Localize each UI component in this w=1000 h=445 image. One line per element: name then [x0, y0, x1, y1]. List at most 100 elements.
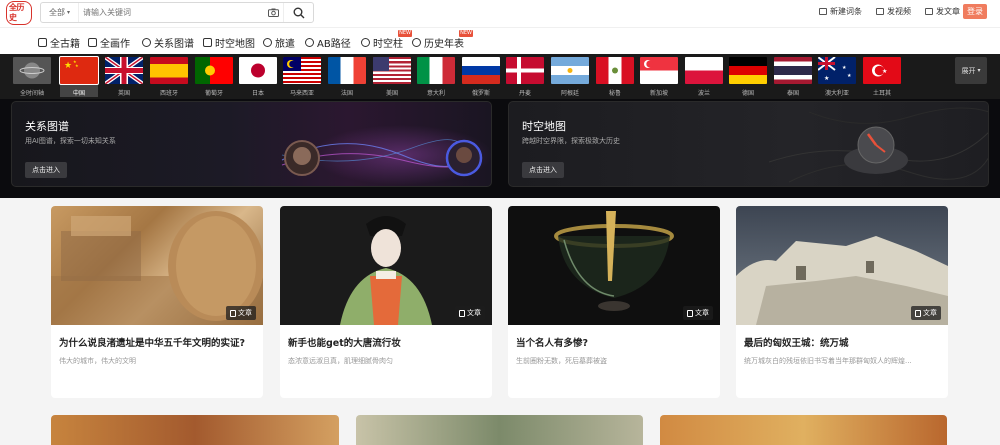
camera-icon[interactable]: [263, 3, 283, 22]
flag-item-singapore[interactable]: 新加坡: [640, 57, 678, 97]
search-input[interactable]: [79, 3, 263, 22]
flag-item-uk[interactable]: 英国: [105, 57, 143, 97]
relation-graph-banner[interactable]: 关系图谱 用AI图谱，探索一切未知关系 点击进入: [11, 101, 492, 187]
post-video-label: 发视频: [887, 7, 911, 16]
nav-item-spacetime-pillar[interactable]: 时空柱 NEW: [361, 30, 412, 50]
article-description: 伟大的城市，伟大的文明: [59, 357, 136, 365]
article-card[interactable]: 文章 当个名人有多惨? 生前圈粉无数，死后墓葬被盗: [508, 206, 720, 398]
flag-item-all-timeline[interactable]: 全时间轴: [13, 57, 51, 97]
article-title[interactable]: 新手也能get的大唐流行妆: [280, 325, 492, 349]
new-entry-label: 新建词条: [830, 7, 862, 16]
flag-label: 日本: [251, 90, 264, 97]
search-icon: [293, 7, 304, 18]
flag-item-usa[interactable]: 美国: [373, 57, 411, 97]
flag-item-germany[interactable]: 德国: [729, 57, 767, 97]
spacetime-map-banner[interactable]: 时空地图 跨越时空界限，探索极致大历史 点击进入: [508, 101, 989, 187]
banner-title: 关系图谱: [25, 120, 69, 133]
china-flag-icon: ★ ★ ★: [59, 56, 99, 85]
flag-label: 波兰: [697, 90, 710, 97]
flag-item-thailand[interactable]: 泰国: [774, 57, 812, 97]
search-scope-select[interactable]: 全部 ▾: [41, 3, 79, 22]
flag-item-peru[interactable]: 秘鲁: [596, 57, 634, 97]
flag-item-china[interactable]: ★ ★ ★ 中国: [59, 56, 99, 97]
nav-item-ancient-books[interactable]: 全古籍: [38, 35, 80, 50]
enter-relation-graph-button[interactable]: 点击进入: [25, 162, 67, 178]
flag-item-france[interactable]: 法国: [328, 57, 366, 97]
svg-text:★: ★: [842, 65, 847, 71]
nav-item-ab-path[interactable]: AB路径: [305, 35, 351, 50]
clock-icon: [412, 38, 421, 47]
flag-label: 中国: [72, 90, 85, 97]
flag-label: 美国: [385, 90, 398, 97]
nav-label: AB路径: [317, 39, 351, 50]
painting-icon: [88, 38, 97, 47]
flag-item-malaysia[interactable]: 马来西亚: [283, 57, 321, 97]
portugal-flag-icon: [195, 57, 233, 84]
flag-item-portugal[interactable]: 葡萄牙: [195, 57, 233, 97]
flag-item-denmark[interactable]: 丹麦: [506, 57, 544, 97]
flag-item-australia[interactable]: ★ ★ ★ 澳大利亚: [818, 57, 856, 97]
enter-spacetime-map-button[interactable]: 点击进入: [522, 162, 564, 178]
article-title[interactable]: 最后的匈奴王城：统万城: [736, 325, 948, 349]
post-video-button[interactable]: 发视频: [876, 6, 911, 17]
post-article-button[interactable]: 发文章: [925, 6, 960, 17]
nav-item-history-timeline[interactable]: 历史年表 NEW: [412, 30, 473, 50]
flag-item-russia[interactable]: 俄罗斯: [462, 57, 500, 97]
chevron-down-icon: ▾: [977, 67, 981, 74]
article-card-partial[interactable]: [51, 415, 339, 445]
article-thumbnail: 文章: [280, 206, 492, 325]
globe-icon: [13, 57, 51, 84]
spain-flag-icon: [150, 57, 188, 84]
flag-label: 土耳其: [872, 90, 891, 97]
poland-flag-icon: [685, 57, 723, 84]
article-thumbnail: 文章: [508, 206, 720, 325]
nav-label: 时空地图: [215, 39, 255, 50]
france-flag-icon: [328, 57, 366, 84]
australia-flag-icon: ★ ★ ★: [818, 57, 856, 84]
article-card[interactable]: 文章 最后的匈奴王城：统万城 统万城灰白的残垣依旧书写着当年那群匈奴人的辉煌..…: [736, 206, 948, 398]
svg-text:★: ★: [824, 75, 829, 82]
flag-label: 秘鲁: [608, 90, 621, 97]
turkey-flag-icon: ★: [863, 57, 901, 84]
expand-flags-button[interactable]: 展开 ▾: [955, 57, 987, 84]
singapore-flag-icon: [640, 57, 678, 84]
site-logo[interactable]: 全历史: [6, 1, 32, 25]
nav-item-paintings[interactable]: 全画作: [88, 35, 130, 50]
flag-item-argentina[interactable]: 阿根廷: [551, 57, 589, 97]
usa-flag-icon: [373, 57, 411, 84]
thailand-flag-icon: [774, 57, 812, 84]
flag-item-poland[interactable]: 波兰: [685, 57, 723, 97]
login-button[interactable]: 登录: [963, 4, 987, 19]
flag-item-turkey[interactable]: ★ 土耳其: [863, 57, 901, 97]
nav-label: 历史年表: [424, 39, 464, 50]
uk-flag-icon: [105, 57, 143, 84]
flag-item-spain[interactable]: 西班牙: [150, 57, 188, 97]
article-card-partial[interactable]: [660, 415, 947, 445]
nav-item-spacetime-map[interactable]: 时空地图: [203, 35, 255, 50]
flag-item-japan[interactable]: 日本: [239, 57, 277, 97]
new-entry-button[interactable]: 新建词条: [819, 6, 862, 17]
article-title[interactable]: 为什么说良渚遗址是中华五千年文明的实证?: [51, 325, 263, 349]
search-button[interactable]: [283, 3, 313, 22]
flag-label: 全时间轴: [19, 90, 44, 97]
nav-item-relation-graph[interactable]: 关系图谱: [142, 35, 194, 50]
malaysia-flag-icon: [283, 57, 321, 84]
flag-label: 法国: [340, 90, 353, 97]
pillar-icon: [361, 38, 370, 47]
italy-flag-icon: [417, 57, 455, 84]
badge-label: 文章: [923, 309, 937, 317]
flag-label: 阿根廷: [560, 90, 579, 97]
article-card[interactable]: 文章 为什么说良渚遗址是中华五千年文明的实证? 伟大的城市，伟大的文明: [51, 206, 263, 398]
banner-subtitle: 用AI图谱，探索一切未知关系: [25, 137, 116, 145]
article-card[interactable]: 文章 新手也能get的大唐流行妆 态浓意远淑且真，肌理细腻骨肉匀: [280, 206, 492, 398]
article-card-partial[interactable]: [356, 415, 643, 445]
nav-label: 关系图谱: [154, 39, 194, 50]
flag-label: 德国: [741, 90, 754, 97]
graph-icon: [142, 38, 151, 47]
article-title[interactable]: 当个名人有多惨?: [508, 325, 720, 349]
russia-flag-icon: [462, 57, 500, 84]
flag-item-italy[interactable]: 意大利: [417, 57, 455, 97]
nav-item-travel[interactable]: 旅遣: [263, 35, 295, 50]
feature-banner-zone: 关系图谱 用AI图谱，探索一切未知关系 点击进入 时空地图 跨越时空界限，探索极…: [0, 99, 1000, 198]
expand-label: 展开: [961, 66, 976, 75]
